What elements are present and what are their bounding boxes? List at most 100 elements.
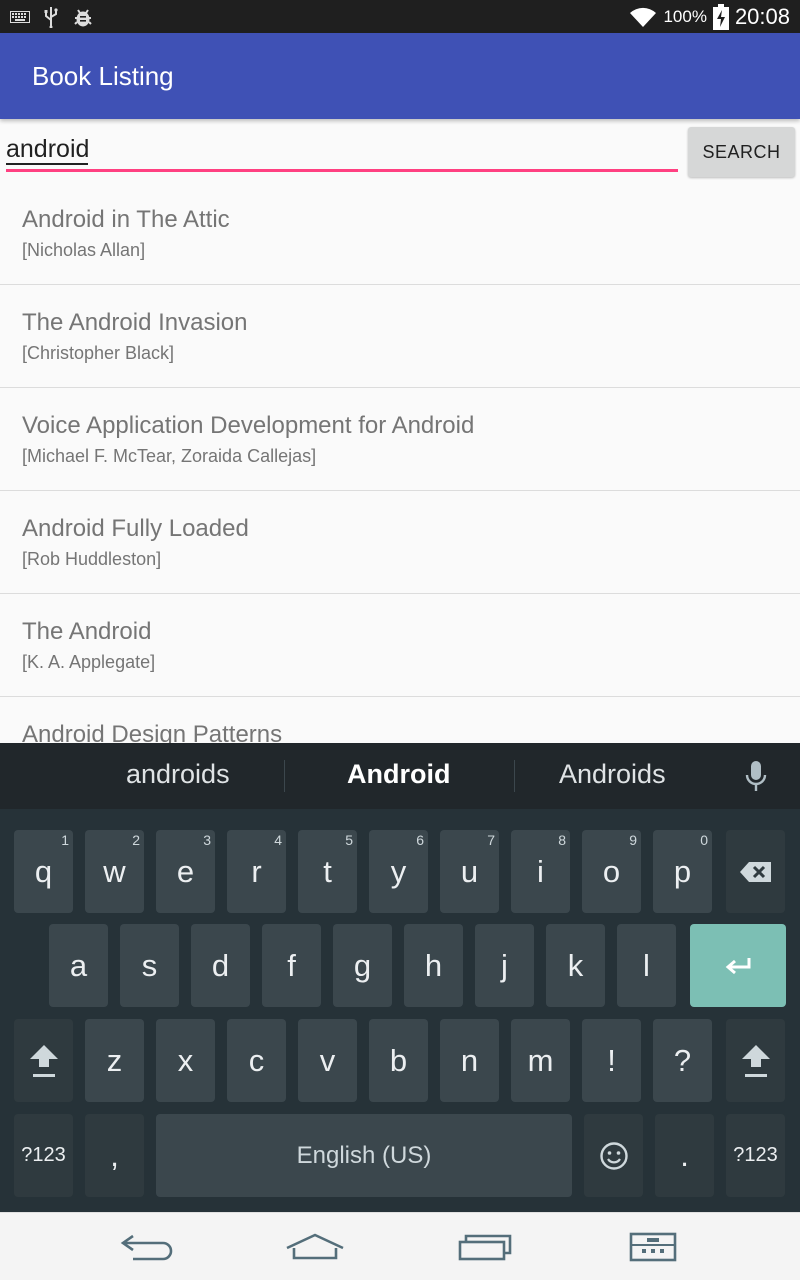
key-label: y	[390, 853, 407, 889]
shift-key-left[interactable]	[14, 1019, 73, 1102]
key-i[interactable]: 8i	[511, 830, 570, 913]
key-w[interactable]: 2w	[85, 830, 144, 913]
key-label: e	[176, 853, 195, 889]
key-hint: 7	[487, 832, 495, 848]
book-authors: [Christopher Black]	[22, 343, 175, 363]
book-authors: [Nicholas Allan]	[22, 240, 146, 260]
clock: 20:08	[734, 3, 790, 29]
key-hint: 1	[61, 832, 69, 848]
key-label: i	[537, 853, 544, 889]
book-title: Voice Application Development for Androi…	[22, 412, 475, 439]
key-t[interactable]: 5t	[298, 830, 357, 913]
key-y[interactable]: 6y	[369, 830, 428, 913]
suggestion-divider	[284, 760, 285, 792]
key-b[interactable]: b	[369, 1019, 428, 1102]
shift-key-right[interactable]	[726, 1019, 785, 1102]
key-label: q	[34, 853, 53, 889]
list-item[interactable]: Android Fully Loaded [Rob Huddleston]	[0, 491, 800, 594]
search-button[interactable]: SEARCH	[688, 127, 795, 177]
key-n[interactable]: n	[440, 1019, 499, 1102]
key-a[interactable]: a	[49, 924, 108, 1007]
key-k[interactable]: k	[546, 924, 605, 1007]
keyboard-icon	[10, 11, 30, 23]
key-hint: 9	[629, 832, 637, 848]
suggestion-left[interactable]: androids	[126, 759, 230, 790]
key-s[interactable]: s	[120, 924, 179, 1007]
app-title: Book Listing	[32, 61, 174, 91]
suggestion-strip: androids Android Androids	[0, 743, 800, 809]
key-z[interactable]: z	[85, 1019, 144, 1102]
keyboard-switch-icon	[629, 1232, 677, 1262]
key-h[interactable]: h	[404, 924, 463, 1007]
book-authors: [Rob Huddleston]	[22, 549, 162, 569]
navigation-bar	[0, 1212, 800, 1280]
key-l[interactable]: l	[617, 924, 676, 1007]
status-bar-left-icons	[10, 4, 94, 30]
book-list[interactable]: Android in The Attic [Nicholas Allan] Th…	[0, 182, 800, 743]
nav-home-button[interactable]	[280, 1227, 350, 1267]
enter-key[interactable]	[690, 924, 786, 1007]
key-period[interactable]: .	[655, 1114, 714, 1197]
key-r[interactable]: 4r	[227, 830, 286, 913]
emoji-key[interactable]	[584, 1114, 643, 1197]
book-title: Android Fully Loaded	[22, 515, 249, 542]
key-e[interactable]: 3e	[156, 830, 215, 913]
wifi-icon	[630, 7, 657, 27]
book-title: Android Design Patterns	[22, 721, 283, 743]
home-icon	[286, 1233, 344, 1260]
key-d[interactable]: d	[191, 924, 250, 1007]
key-p[interactable]: 0p	[653, 830, 712, 913]
book-title: The Android	[22, 618, 152, 645]
key-j[interactable]: j	[475, 924, 534, 1007]
list-item[interactable]: Voice Application Development for Androi…	[0, 388, 800, 491]
list-item[interactable]: Android Design Patterns	[0, 697, 800, 743]
key-label: u	[460, 853, 479, 889]
list-item[interactable]: Android in The Attic [Nicholas Allan]	[0, 182, 800, 285]
space-key[interactable]: English (US)	[156, 1114, 572, 1197]
key-c[interactable]: c	[227, 1019, 286, 1102]
nav-recents-button[interactable]	[450, 1227, 520, 1267]
key-hint: 8	[558, 832, 566, 848]
back-arrow-icon	[120, 1234, 173, 1261]
suggestion-divider	[514, 760, 515, 792]
key-hint: 3	[203, 832, 211, 848]
key-hint: 0	[700, 832, 708, 848]
soft-keyboard: androids Android Androids 1q 2w 3e 4r 5t…	[0, 743, 800, 1212]
key-x[interactable]: x	[156, 1019, 215, 1102]
key-label: t	[323, 853, 332, 889]
key-question[interactable]: ?	[653, 1019, 712, 1102]
spellcheck-underline	[6, 163, 88, 165]
key-hint: 2	[132, 832, 140, 848]
battery-percentage: 100%	[663, 6, 707, 26]
list-item[interactable]: The Android Invasion [Christopher Black]	[0, 285, 800, 388]
key-comma[interactable]: ,	[85, 1114, 144, 1197]
key-f[interactable]: f	[262, 924, 321, 1007]
key-label: w	[103, 853, 126, 889]
status-bar: 100% 20:08	[0, 0, 800, 33]
enter-arrow-icon	[725, 957, 751, 974]
key-hint: 6	[416, 832, 424, 848]
shift-icon	[29, 1044, 58, 1077]
microphone-icon[interactable]	[744, 760, 768, 794]
book-title: Android in The Attic	[22, 206, 230, 233]
backspace-key[interactable]	[726, 830, 785, 913]
list-item[interactable]: The Android [K. A. Applegate]	[0, 594, 800, 697]
symbols-key-left[interactable]: ?123	[14, 1114, 73, 1197]
key-g[interactable]: g	[333, 924, 392, 1007]
search-input[interactable]	[6, 130, 678, 172]
key-o[interactable]: 9o	[582, 830, 641, 913]
nav-back-button[interactable]	[112, 1227, 182, 1267]
key-u[interactable]: 7u	[440, 830, 499, 913]
suggestion-center[interactable]: Android	[347, 759, 450, 790]
shift-icon	[741, 1044, 770, 1077]
symbols-key-right[interactable]: ?123	[726, 1114, 785, 1197]
key-q[interactable]: 1q	[14, 830, 73, 913]
suggestion-right[interactable]: Androids	[559, 759, 666, 790]
app-bar: Book Listing	[0, 33, 800, 119]
key-exclamation[interactable]: !	[582, 1019, 641, 1102]
key-v[interactable]: v	[298, 1019, 357, 1102]
book-authors: [Michael F. McTear, Zoraida Callejas]	[22, 446, 317, 466]
key-m[interactable]: m	[511, 1019, 570, 1102]
key-label: r	[251, 853, 262, 889]
nav-keyboard-switch-button[interactable]	[618, 1227, 688, 1267]
